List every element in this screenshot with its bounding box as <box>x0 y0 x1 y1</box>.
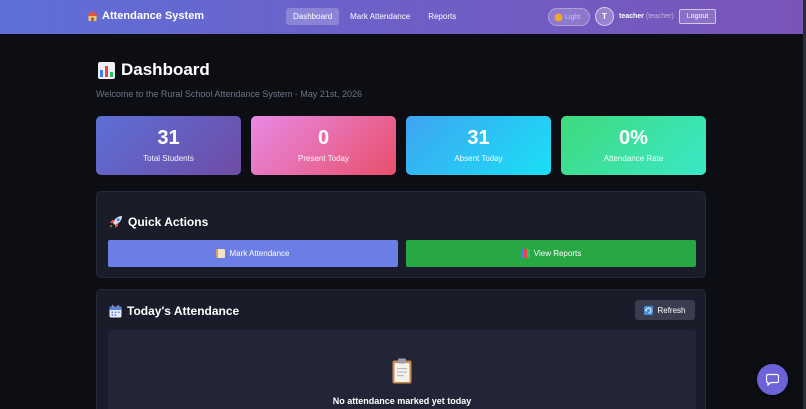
theme-toggle[interactable]: Light <box>548 8 590 26</box>
stat-present-today: 0 Present Today <box>251 116 396 175</box>
rocket-icon <box>110 216 122 228</box>
todays-attendance-title-text: Today's Attendance <box>127 304 240 318</box>
memo-icon <box>216 249 226 258</box>
bar-chart-icon <box>520 249 530 258</box>
clipboard-icon <box>392 358 412 384</box>
quick-actions-title: Quick Actions <box>109 215 208 229</box>
nav-link-mark-attendance[interactable]: Mark Attendance <box>343 8 417 25</box>
page-title-text: Dashboard <box>121 60 210 79</box>
navbar: Attendance System Dashboard Mark Attenda… <box>0 0 803 34</box>
refresh-button[interactable]: Refresh <box>635 300 695 320</box>
mark-attendance-button[interactable]: Mark Attendance <box>108 240 398 267</box>
username: teacher <box>619 13 644 20</box>
user-role: (teacher) <box>645 13 674 20</box>
brand[interactable]: Attendance System <box>87 10 204 22</box>
stat-label: Attendance Rate <box>603 154 664 163</box>
quick-actions-title-text: Quick Actions <box>128 215 209 229</box>
sun-icon <box>555 13 562 21</box>
brand-title: Attendance System <box>102 10 205 22</box>
page-subtitle: Welcome to the Rural School Attendance S… <box>96 89 362 99</box>
avatar[interactable]: T <box>595 7 614 26</box>
theme-toggle-label: Light <box>565 13 581 21</box>
empty-state: No attendance marked yet today <box>108 330 696 409</box>
calendar-icon <box>109 304 122 317</box>
mark-attendance-label: Mark Attendance <box>229 249 290 258</box>
house-icon <box>87 11 98 21</box>
nav-links: Dashboard Mark Attendance Reports <box>286 8 463 25</box>
chat-button[interactable] <box>757 364 788 395</box>
page-title: Dashboard <box>98 60 210 80</box>
bar-chart-icon <box>98 61 115 79</box>
refresh-label: Refresh <box>657 305 686 315</box>
stat-attendance-rate: 0% Attendance Rate <box>561 116 706 175</box>
stat-value: 31 <box>157 127 180 149</box>
empty-state-message: No attendance marked yet today <box>332 396 472 406</box>
quick-actions-card: Quick Actions Mark Attendance View Repor… <box>96 191 706 278</box>
stat-total-students: 31 Total Students <box>96 116 241 175</box>
stat-value: 31 <box>467 127 490 149</box>
stat-absent-today: 31 Absent Today <box>406 116 551 175</box>
todays-attendance-card: Today's Attendance Refresh No attendance… <box>96 289 706 409</box>
user-info: teacher (teacher) <box>619 13 674 20</box>
stat-label: Total Students <box>143 154 194 163</box>
logout-button[interactable]: Logout <box>679 9 716 24</box>
todays-attendance-title: Today's Attendance <box>109 304 239 318</box>
chat-bubble-icon <box>766 373 779 386</box>
view-reports-button[interactable]: View Reports <box>406 240 696 267</box>
stat-label: Present Today <box>298 154 349 163</box>
nav-link-reports[interactable]: Reports <box>421 8 463 25</box>
refresh-icon <box>644 305 654 315</box>
view-reports-label: View Reports <box>533 249 582 258</box>
nav-link-dashboard[interactable]: Dashboard <box>286 8 340 25</box>
stat-value: 0 <box>317 127 330 149</box>
stat-value: 0% <box>619 127 648 149</box>
stat-label: Absent Today <box>454 154 503 163</box>
